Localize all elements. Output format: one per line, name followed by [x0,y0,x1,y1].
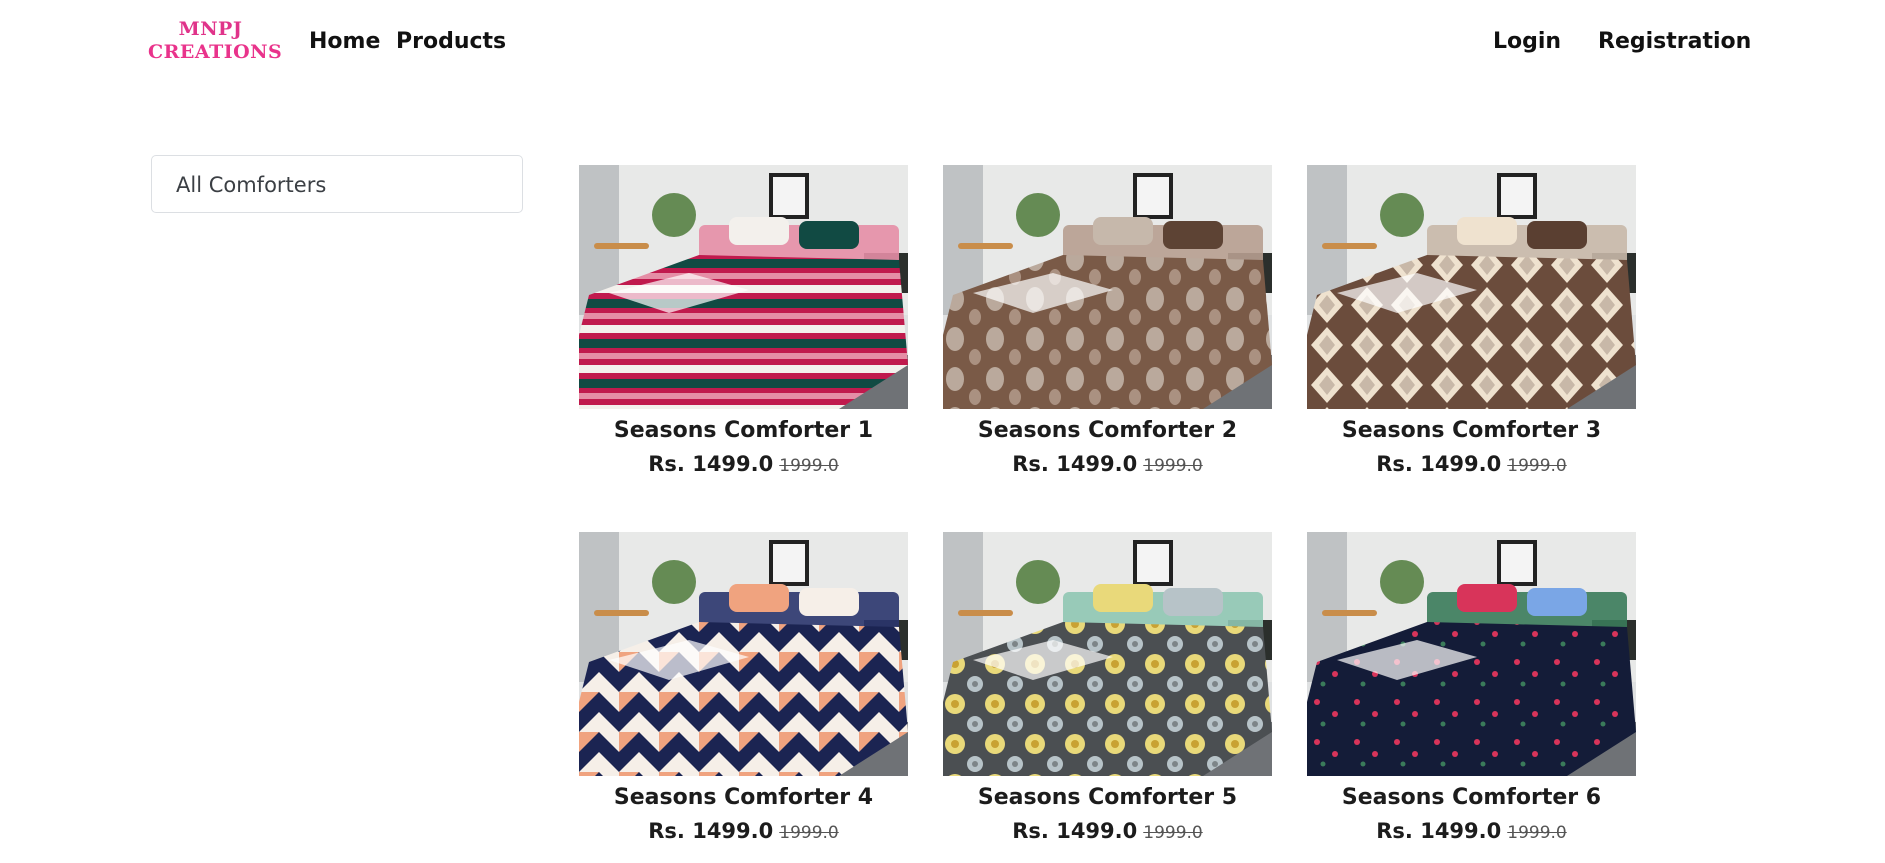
category-all-comforters[interactable]: All Comforters [151,155,523,213]
original-price: 1999.0 [779,456,839,476]
nav-registration-link[interactable]: Registration [1598,29,1751,54]
original-price: 1999.0 [1143,823,1203,843]
product-card[interactable]: Seasons Comforter 6 Rs. 1499.0 1999.0 [1307,532,1636,855]
product-title[interactable]: Seasons Comforter 3 [1307,415,1636,447]
nav-products-link[interactable]: Products [396,29,506,54]
product-card[interactable]: Seasons Comforter 1 Rs. 1499.0 1999.0 [579,165,908,488]
product-price: Rs. 1499.0 1999.0 [1307,447,1636,488]
current-price: Rs. 1499.0 [648,452,774,476]
current-price: Rs. 1499.0 [1012,452,1138,476]
brand-logo-line1: MNPJ [178,18,243,40]
product-image[interactable] [1307,532,1636,776]
nav-home-link[interactable]: Home [309,29,380,54]
top-navbar: MNPJ CREATIONS Home Products Login Regis… [0,0,1885,86]
original-price: 1999.0 [1507,823,1567,843]
original-price: 1999.0 [1507,456,1567,476]
current-price: Rs. 1499.0 [1376,819,1502,843]
product-image[interactable] [579,532,908,776]
product-title[interactable]: Seasons Comforter 1 [579,415,908,447]
product-image[interactable] [943,165,1272,409]
original-price: 1999.0 [1143,456,1203,476]
product-image[interactable] [579,165,908,409]
brand-logo-line2: CREATIONS [148,41,283,63]
product-card[interactable]: Seasons Comforter 5 Rs. 1499.0 1999.0 [943,532,1272,855]
original-price: 1999.0 [779,823,839,843]
product-price: Rs. 1499.0 1999.0 [579,447,908,488]
product-card[interactable]: Seasons Comforter 3 Rs. 1499.0 1999.0 [1307,165,1636,488]
product-price: Rs. 1499.0 1999.0 [579,814,908,855]
category-label: All Comforters [176,173,327,197]
brand-logo[interactable]: MNPJ CREATIONS [148,18,283,64]
product-card[interactable]: Seasons Comforter 4 Rs. 1499.0 1999.0 [579,532,908,855]
current-price: Rs. 1499.0 [1376,452,1502,476]
product-title[interactable]: Seasons Comforter 6 [1307,782,1636,814]
product-image[interactable] [943,532,1272,776]
product-title[interactable]: Seasons Comforter 2 [943,415,1272,447]
product-price: Rs. 1499.0 1999.0 [943,447,1272,488]
nav-login-link[interactable]: Login [1493,29,1561,54]
product-title[interactable]: Seasons Comforter 5 [943,782,1272,814]
product-image[interactable] [1307,165,1636,409]
current-price: Rs. 1499.0 [648,819,774,843]
product-price: Rs. 1499.0 1999.0 [1307,814,1636,855]
product-card[interactable]: Seasons Comforter 2 Rs. 1499.0 1999.0 [943,165,1272,488]
product-price: Rs. 1499.0 1999.0 [943,814,1272,855]
product-title[interactable]: Seasons Comforter 4 [579,782,908,814]
current-price: Rs. 1499.0 [1012,819,1138,843]
